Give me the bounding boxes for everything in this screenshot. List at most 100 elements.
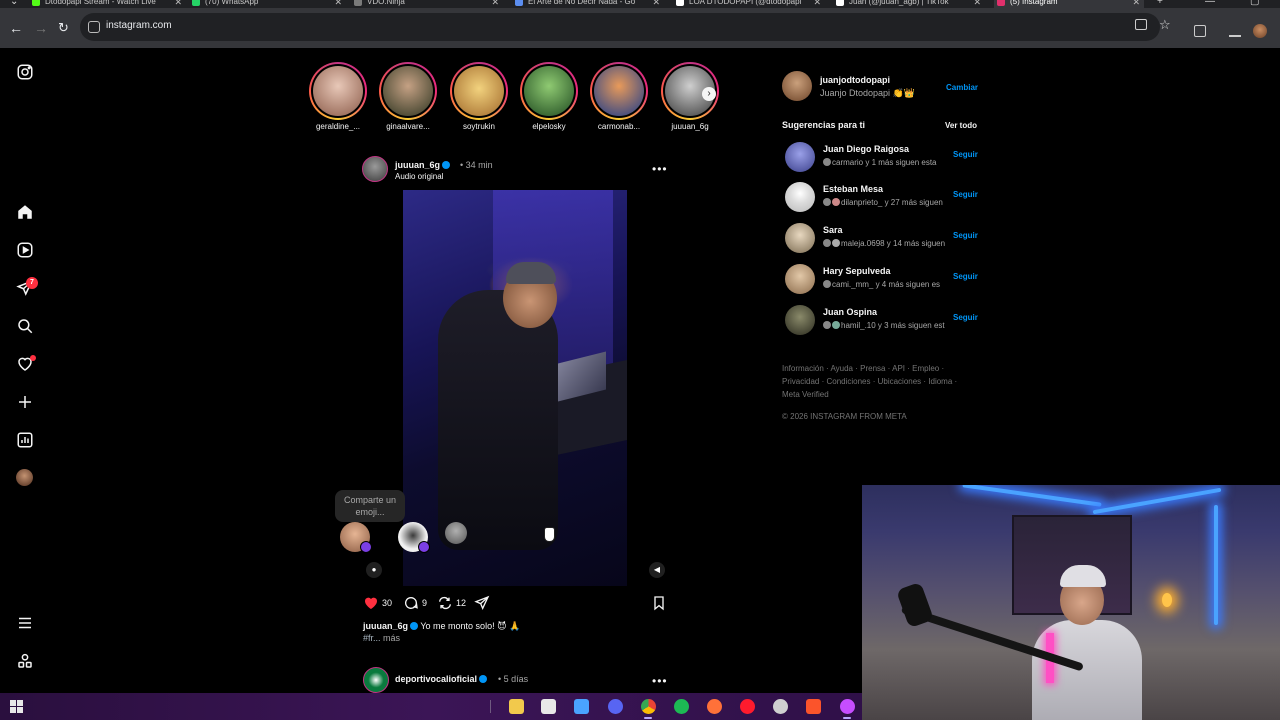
audio-toggle-icon[interactable]: ◀ — [649, 562, 665, 578]
tab-search-icon[interactable]: ⌄ — [10, 0, 18, 7]
story-item[interactable]: ginaalvare... — [373, 62, 443, 131]
close-icon[interactable]: ✕ — [334, 0, 342, 8]
browser-profile-avatar[interactable] — [1253, 24, 1267, 38]
caption-hashtag[interactable]: #fr... — [363, 633, 381, 643]
suggestion-avatar[interactable] — [785, 264, 815, 294]
post-username[interactable]: juuuan_6g — [395, 160, 440, 170]
create-icon[interactable] — [16, 393, 34, 411]
tagged-people-icon[interactable]: ● — [366, 562, 382, 578]
bookmark-star-icon[interactable]: ☆ — [1159, 17, 1171, 33]
menu-icon[interactable] — [16, 614, 34, 632]
story-item[interactable]: carmonab... — [584, 62, 654, 131]
caption-more-link[interactable]: más — [383, 633, 400, 643]
repost-button[interactable]: 12 — [437, 595, 466, 611]
follow-button[interactable]: Seguir — [953, 272, 978, 281]
close-icon[interactable]: ✕ — [813, 0, 821, 8]
see-all-link[interactable]: Ver todo — [945, 121, 977, 130]
suggestion-name[interactable]: Juan Diego Raigosa — [823, 144, 909, 154]
tab-tiktok-dtodopapi[interactable]: LOA DTODOPAPI (@dtodopapi ✕ — [676, 0, 821, 8]
media-controls-icon[interactable] — [1229, 25, 1241, 37]
minimize-icon[interactable]: — — [1205, 0, 1215, 7]
dashboard-icon[interactable] — [16, 431, 34, 449]
current-username[interactable]: juanjodtodopapi — [820, 75, 890, 85]
next-post-avatar[interactable] — [363, 667, 389, 693]
suggestion-name[interactable]: Sara — [823, 225, 843, 235]
suggestion-avatar[interactable] — [785, 305, 815, 335]
suggestion-avatar[interactable] — [785, 182, 815, 212]
streaming-app-icon[interactable] — [574, 699, 589, 714]
follow-button[interactable]: Seguir — [953, 190, 978, 199]
profile-avatar[interactable] — [16, 469, 33, 486]
stories-next-icon[interactable]: › — [702, 87, 716, 101]
close-icon[interactable]: ✕ — [491, 0, 499, 8]
current-user-fullname: Juanjo Dtodopapi 👏👑 — [820, 88, 915, 98]
brave-icon[interactable] — [806, 699, 821, 714]
post-time-value: 34 min — [465, 160, 493, 170]
windows-start-icon[interactable] — [10, 700, 23, 713]
opera-icon[interactable] — [740, 699, 755, 714]
tab-whatsapp[interactable]: (70) WhatsApp ✕ — [192, 0, 342, 8]
current-user-avatar[interactable] — [782, 71, 812, 101]
footer-links[interactable]: Información · Ayuda · Prensa · API · Emp… — [782, 362, 972, 401]
discord-icon[interactable] — [608, 699, 623, 714]
tab-vdo-ninja[interactable]: VDO.Ninja ✕ — [354, 0, 499, 8]
next-post-username[interactable]: deportivocalioficial — [395, 674, 477, 684]
follow-button[interactable]: Seguir — [953, 150, 978, 159]
address-bar[interactable]: instagram.com ☆ — [80, 13, 1171, 41]
suggestion-avatar[interactable] — [785, 142, 815, 172]
instagram-logo-icon[interactable] — [16, 63, 34, 81]
new-tab-icon[interactable]: + — [1157, 0, 1163, 7]
reload-icon[interactable]: ↻ — [58, 20, 69, 36]
maximize-icon[interactable]: ▢ — [1250, 0, 1259, 7]
chrome-icon[interactable] — [641, 699, 656, 714]
suggestion-name[interactable]: Juan Ospina — [823, 307, 877, 317]
post-author[interactable]: juuuan_6g — [395, 160, 451, 170]
share-button[interactable] — [474, 595, 493, 611]
spotify-icon[interactable] — [674, 699, 689, 714]
more-options-icon[interactable]: ••• — [652, 162, 668, 176]
post-author-avatar[interactable] — [362, 156, 388, 182]
back-icon[interactable]: ← — [9, 20, 23, 36]
extensions-icon[interactable] — [1194, 25, 1206, 37]
firefox-icon[interactable] — [707, 699, 722, 714]
comment-button[interactable]: 9 — [403, 595, 427, 611]
tab-tiktok-juan[interactable]: Juan (@juuan_agb) | TikTok ✕ — [836, 0, 981, 8]
story-item[interactable]: soytrukin — [444, 62, 514, 131]
suggestion-name[interactable]: Esteban Mesa — [823, 184, 883, 194]
search-icon[interactable] — [16, 317, 34, 335]
like-button[interactable]: 30 — [363, 595, 392, 611]
story-item[interactable]: geraldine_... — [303, 62, 373, 131]
close-icon[interactable]: ✕ — [973, 0, 981, 8]
follow-button[interactable]: Seguir — [953, 231, 978, 240]
forward-icon[interactable]: → — [34, 20, 48, 36]
reply-avatar[interactable] — [445, 522, 467, 544]
tab-instagram[interactable]: (5) Instagram ✕ — [994, 0, 1144, 8]
save-button[interactable] — [651, 595, 667, 616]
browser-active-icon[interactable] — [840, 699, 855, 714]
close-icon[interactable]: ✕ — [1132, 0, 1140, 8]
threads-icon[interactable] — [16, 652, 34, 670]
caption-username[interactable]: juuuan_6g — [363, 621, 408, 631]
suggestion-name[interactable]: Hary Sepulveda — [823, 266, 891, 276]
more-options-icon[interactable]: ••• — [652, 674, 668, 688]
suggestion-avatar[interactable] — [785, 223, 815, 253]
instagram-icon — [997, 0, 1005, 6]
tab-gemini[interactable]: El Arte de No Decir Nada - Go ✕ — [515, 0, 660, 8]
follow-button[interactable]: Seguir — [953, 313, 978, 322]
story-item[interactable]: elpelosky — [514, 62, 584, 131]
site-info-icon[interactable] — [88, 21, 100, 33]
close-icon[interactable]: ✕ — [174, 0, 182, 8]
story-username: ginaalvare... — [386, 122, 430, 131]
post-caption: juuuan_6g Yo me monto solo! 😈 🙏 — [363, 621, 673, 632]
reels-icon[interactable] — [16, 241, 34, 259]
home-icon[interactable] — [16, 203, 34, 221]
post-audio-label[interactable]: Audio original — [395, 172, 443, 181]
tab-kick[interactable]: Dtodopapi Stream - Watch Live ✕ — [32, 0, 182, 8]
file-explorer-icon[interactable] — [509, 699, 524, 714]
next-post-author[interactable]: deportivocalioficial — [395, 674, 488, 684]
obs-icon[interactable] — [773, 699, 788, 714]
microsoft-store-icon[interactable] — [541, 699, 556, 714]
switch-account-button[interactable]: Cambiar — [946, 83, 978, 92]
close-icon[interactable]: ✕ — [652, 0, 660, 8]
install-app-icon[interactable] — [1135, 19, 1147, 30]
